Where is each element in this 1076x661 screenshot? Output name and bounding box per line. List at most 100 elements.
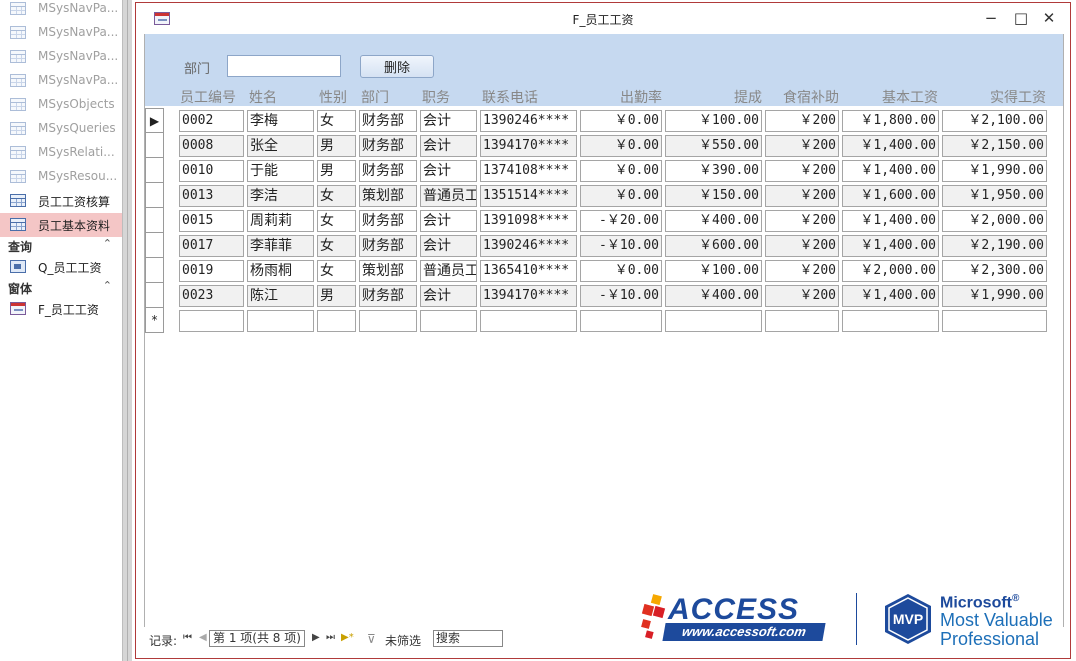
record-selector[interactable]: ▶ <box>145 108 164 133</box>
field-10[interactable]: ￥1,400.00 <box>842 285 939 307</box>
record-selector[interactable] <box>145 158 164 183</box>
dept-input[interactable] <box>227 55 341 77</box>
field-7[interactable]: ￥0.00 <box>580 110 662 132</box>
close-button[interactable]: ✕ <box>1036 7 1062 29</box>
field-4[interactable] <box>359 310 417 332</box>
field-7[interactable]: ￥0.00 <box>580 160 662 182</box>
field-1[interactable]: 0010 <box>179 160 244 182</box>
field-2[interactable] <box>247 310 314 332</box>
field-7[interactable]: ￥0.00 <box>580 260 662 282</box>
field-11[interactable]: ￥1,990.00 <box>942 285 1047 307</box>
field-3[interactable]: 女 <box>317 260 356 282</box>
field-8[interactable]: ￥150.00 <box>665 185 762 207</box>
field-7[interactable]: ￥0.00 <box>580 185 662 207</box>
nav-item-table[interactable]: MSysNavPa... <box>0 69 122 93</box>
field-1[interactable]: 0002 <box>179 110 244 132</box>
field-6[interactable]: 1390246**** <box>480 110 577 132</box>
collapse-icon[interactable]: ⌃ <box>103 279 112 292</box>
field-6[interactable]: 1351514**** <box>480 185 577 207</box>
field-5[interactable] <box>420 310 477 332</box>
nav-item-table[interactable]: MSysResou... <box>0 165 122 189</box>
field-10[interactable]: ￥1,400.00 <box>842 235 939 257</box>
nav-item-table[interactable]: MSysNavPa... <box>0 45 122 69</box>
field-3[interactable]: 女 <box>317 235 356 257</box>
field-8[interactable]: ￥100.00 <box>665 260 762 282</box>
field-8[interactable]: ￥600.00 <box>665 235 762 257</box>
field-6[interactable] <box>480 310 577 332</box>
field-11[interactable] <box>942 310 1047 332</box>
record-selector[interactable] <box>145 283 164 308</box>
nav-group-queries[interactable]: 查询 ⌃ <box>0 237 122 255</box>
record-selector[interactable] <box>145 208 164 233</box>
field-2[interactable]: 李洁 <box>247 185 314 207</box>
field-1[interactable]: 0015 <box>179 210 244 232</box>
field-3[interactable]: 男 <box>317 160 356 182</box>
field-7[interactable]: -￥20.00 <box>580 210 662 232</box>
field-4[interactable]: 财务部 <box>359 210 417 232</box>
delete-button[interactable]: 删除 <box>360 55 434 78</box>
field-4[interactable]: 策划部 <box>359 260 417 282</box>
field-5[interactable]: 普通员工 <box>420 260 477 282</box>
field-8[interactable]: ￥400.00 <box>665 210 762 232</box>
field-11[interactable]: ￥2,100.00 <box>942 110 1047 132</box>
field-10[interactable]: ￥2,000.00 <box>842 260 939 282</box>
field-1[interactable]: 0013 <box>179 185 244 207</box>
field-2[interactable]: 杨雨桐 <box>247 260 314 282</box>
field-4[interactable]: 财务部 <box>359 135 417 157</box>
field-8[interactable]: ￥100.00 <box>665 110 762 132</box>
field-2[interactable]: 李菲菲 <box>247 235 314 257</box>
nav-item-table-selected[interactable]: 员工基本资料 <box>0 213 122 237</box>
field-5[interactable]: 普通员工 <box>420 185 477 207</box>
field-5[interactable]: 会计 <box>420 285 477 307</box>
field-9[interactable]: ￥200 <box>765 285 839 307</box>
field-3[interactable]: 男 <box>317 135 356 157</box>
field-6[interactable]: 1394170**** <box>480 135 577 157</box>
field-8[interactable]: ￥390.00 <box>665 160 762 182</box>
field-9[interactable]: ￥200 <box>765 110 839 132</box>
field-2[interactable]: 周莉莉 <box>247 210 314 232</box>
field-9[interactable]: ￥200 <box>765 260 839 282</box>
field-8[interactable]: ￥400.00 <box>665 285 762 307</box>
field-4[interactable]: 财务部 <box>359 110 417 132</box>
field-1[interactable]: 0023 <box>179 285 244 307</box>
field-10[interactable]: ￥1,400.00 <box>842 135 939 157</box>
field-7[interactable] <box>580 310 662 332</box>
field-10[interactable]: ￥1,600.00 <box>842 185 939 207</box>
field-1[interactable]: 0017 <box>179 235 244 257</box>
filter-status[interactable]: 未筛选 <box>385 632 421 649</box>
nav-item-table[interactable]: MSysNavPa... <box>0 21 122 45</box>
collapse-icon[interactable]: ⌃ <box>103 237 112 250</box>
nav-item-table[interactable]: MSysRelati... <box>0 141 122 165</box>
record-selector[interactable] <box>145 133 164 158</box>
prev-record-button[interactable]: ◀ <box>199 632 207 643</box>
field-8[interactable] <box>665 310 762 332</box>
field-1[interactable]: 0008 <box>179 135 244 157</box>
field-9[interactable]: ￥200 <box>765 210 839 232</box>
record-position-field[interactable]: 第 1 项(共 8 项) <box>209 630 305 647</box>
field-3[interactable]: 男 <box>317 285 356 307</box>
field-6[interactable]: 1391098**** <box>480 210 577 232</box>
nav-item-table[interactable]: MSysQueries <box>0 117 122 141</box>
first-record-button[interactable]: ⏮ <box>183 632 192 643</box>
minimize-button[interactable]: − <box>978 7 1004 29</box>
nav-group-forms[interactable]: 窗体 ⌃ <box>0 279 122 297</box>
field-11[interactable]: ￥1,950.00 <box>942 185 1047 207</box>
field-2[interactable]: 张全 <box>247 135 314 157</box>
field-9[interactable]: ￥200 <box>765 235 839 257</box>
field-11[interactable]: ￥2,150.00 <box>942 135 1047 157</box>
record-selector[interactable] <box>145 233 164 258</box>
nav-item-form[interactable]: F_员工工资 <box>0 297 122 321</box>
field-9[interactable]: ￥200 <box>765 135 839 157</box>
field-10[interactable]: ￥1,400.00 <box>842 210 939 232</box>
field-6[interactable]: 1374108**** <box>480 160 577 182</box>
field-11[interactable]: ￥2,190.00 <box>942 235 1047 257</box>
field-4[interactable]: 财务部 <box>359 160 417 182</box>
field-7[interactable]: -￥10.00 <box>580 285 662 307</box>
field-5[interactable]: 会计 <box>420 160 477 182</box>
field-4[interactable]: 财务部 <box>359 235 417 257</box>
field-3[interactable] <box>317 310 356 332</box>
field-5[interactable]: 会计 <box>420 235 477 257</box>
field-3[interactable]: 女 <box>317 185 356 207</box>
field-11[interactable]: ￥1,990.00 <box>942 160 1047 182</box>
field-9[interactable]: ￥200 <box>765 160 839 182</box>
